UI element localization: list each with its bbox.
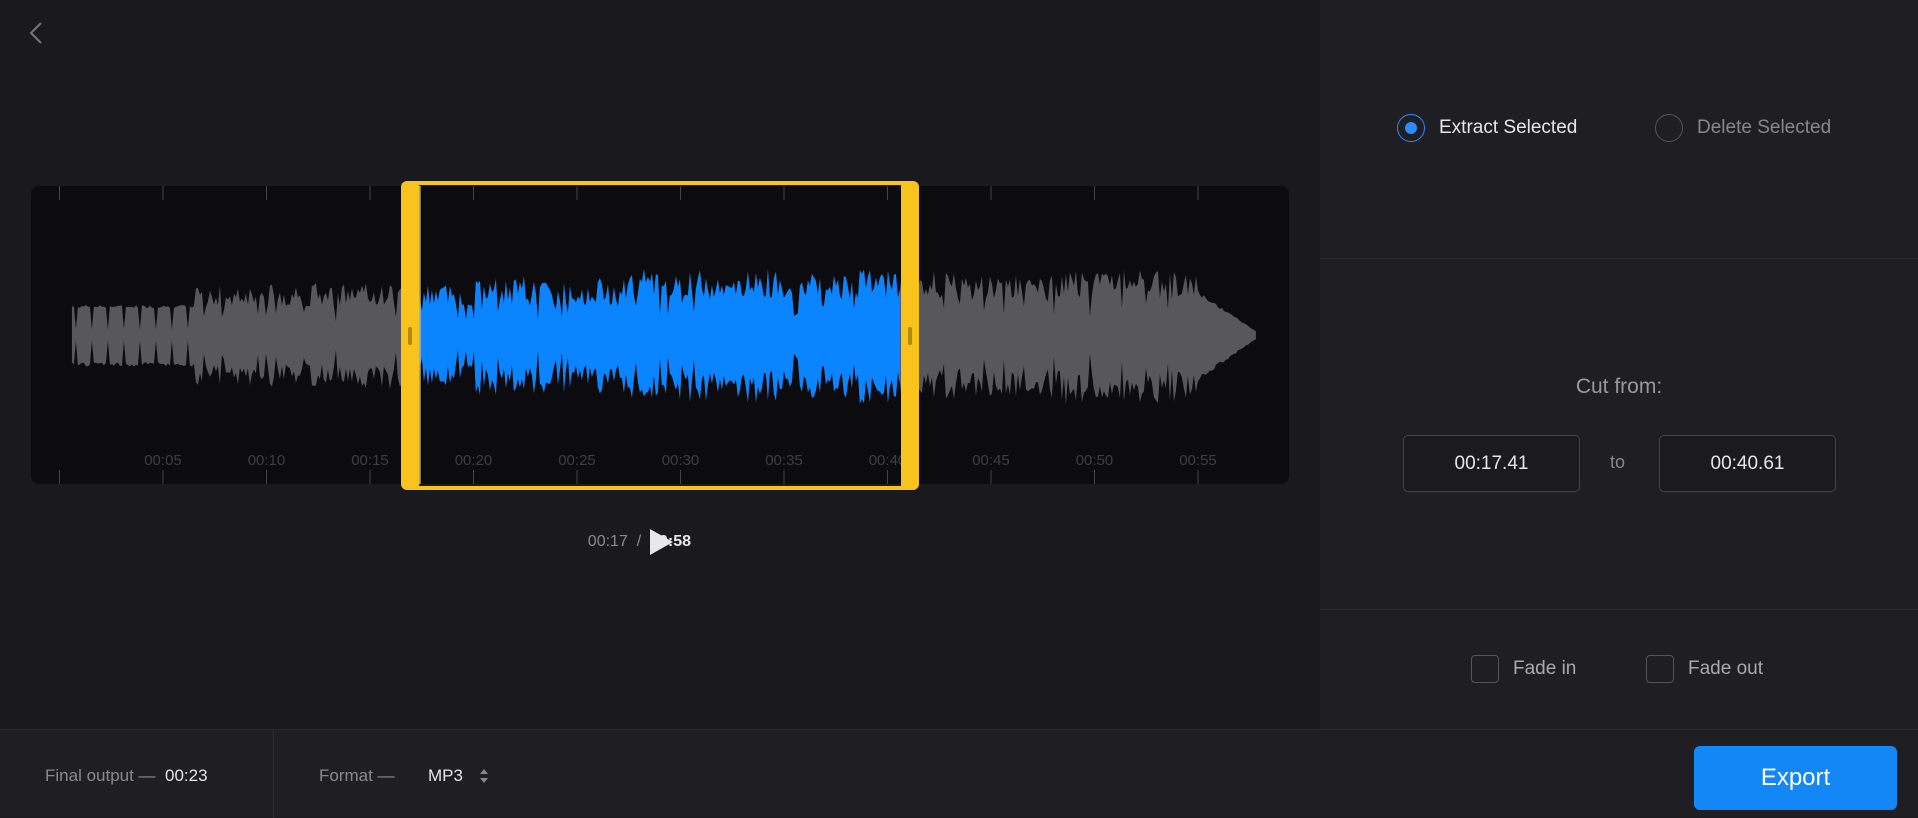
checkbox-label: Fade in — [1513, 658, 1577, 679]
format-label: Format — — [319, 766, 395, 785]
footer-bar: Final output — 00:23 Format — MP3 Export — [0, 729, 1918, 818]
radio-label: Extract Selected — [1439, 117, 1578, 138]
current-time: 00:17 — [587, 533, 628, 550]
tick-label: 00:10 — [248, 452, 286, 469]
export-button[interactable]: Export — [1694, 746, 1897, 810]
final-output: Final output — 00:23 — [45, 766, 208, 786]
tick-label: 00:05 — [144, 452, 182, 469]
tick-label: 00:50 — [1076, 452, 1114, 469]
selection-frame[interactable] — [401, 181, 919, 490]
left-handle[interactable] — [408, 326, 412, 345]
tick-label: 00:55 — [1179, 452, 1217, 469]
up-down-arrows-icon — [479, 769, 488, 783]
time-readout: 00:17 / 00:58 — [588, 533, 691, 551]
checkbox-label: Fade out — [1688, 658, 1763, 679]
final-output-label: Final output — — [45, 766, 156, 785]
radio-checked-icon — [1397, 114, 1425, 142]
divider — [1320, 609, 1918, 610]
format-select[interactable]: MP3 — [428, 766, 489, 786]
tick-label: 00:45 — [972, 452, 1010, 469]
total-time: 00:58 — [650, 533, 691, 550]
divider — [1320, 258, 1918, 259]
editor-area: 00:05 00:10 00:15 00:20 00:25 00:30 00:35 00:40… — [0, 0, 1320, 729]
back-chevron-icon[interactable] — [24, 20, 50, 46]
checkbox-icon — [1471, 655, 1499, 683]
fade-in-checkbox[interactable]: Fade in — [1471, 655, 1576, 683]
radio-delete-selected[interactable]: Delete Selected — [1655, 114, 1831, 142]
radio-label: Delete Selected — [1697, 117, 1832, 138]
cut-from-label: Cut from: — [1575, 375, 1663, 398]
tick-label: 00:15 — [351, 452, 389, 469]
format-value: MP3 — [428, 766, 463, 785]
checkbox-icon — [1646, 655, 1674, 683]
fade-out-checkbox[interactable]: Fade out — [1646, 655, 1763, 683]
radio-unchecked-icon — [1655, 114, 1683, 142]
radio-extract-selected[interactable]: Extract Selected — [1397, 114, 1577, 142]
options-panel — [1320, 0, 1918, 729]
cut-from-input[interactable]: 00:17.41 — [1403, 435, 1580, 492]
final-output-value: 00:23 — [165, 766, 208, 785]
cut-to-input[interactable]: 00:40.61 — [1659, 435, 1836, 492]
time-separator: / — [636, 533, 642, 550]
to-label: to — [1610, 452, 1626, 472]
right-handle[interactable] — [908, 326, 912, 345]
divider — [273, 730, 274, 818]
